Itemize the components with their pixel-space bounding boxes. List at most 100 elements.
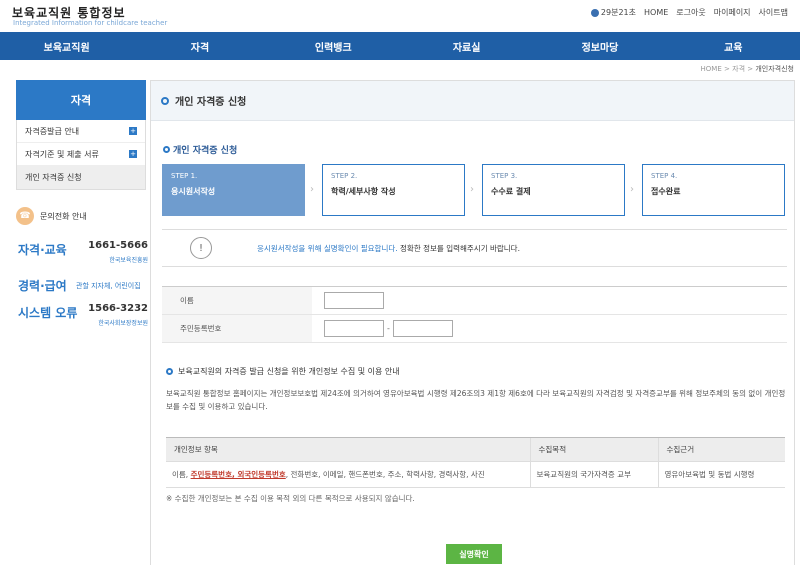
contact-label: 자격·교육 xyxy=(18,243,67,257)
chevron-right-icon: › xyxy=(310,184,314,195)
sidebar-item-issuance-guide[interactable]: 자격증발급 안내 + xyxy=(17,120,145,143)
sidebar-item-criteria[interactable]: 자격기준 및 제출 서류 + xyxy=(17,143,145,166)
step-number: STEP 4. xyxy=(651,172,678,180)
breadcrumb-level1[interactable]: 자격 xyxy=(732,65,745,73)
rrn-label: 주민등록번호 xyxy=(162,315,312,342)
nav-item-talent-bank[interactable]: 인력뱅크 xyxy=(267,32,400,60)
chevron-right-icon: › xyxy=(630,184,634,195)
name-input[interactable] xyxy=(324,292,384,309)
page-header: 개인 자격증 신청 xyxy=(151,81,794,121)
sidebar-menu: 자격증발급 안내 + 자격기준 및 제출 서류 + 개인 자격증 신청 xyxy=(16,120,146,190)
items-underlined: 주민등록번호, 외국인등록번호 xyxy=(190,470,286,479)
step-number: STEP 2. xyxy=(331,172,358,180)
contact-number: 1566-3232 xyxy=(88,303,148,314)
step-name: 학력/세부사항 작성 xyxy=(331,187,396,196)
logout-link[interactable]: 로그아웃 xyxy=(676,7,705,18)
form-row-name: 이름 xyxy=(162,287,787,315)
rrn-back-input[interactable] xyxy=(392,320,453,337)
sidebar-item-label: 개인 자격증 신청 xyxy=(25,172,82,182)
table-cell-items: 이름, 주민등록번호, 외국인등록번호, 전화번호, 이메일, 핸드폰번호, 주… xyxy=(166,461,530,488)
main-content: 개인 자격증 신청 개인 자격증 신청 STEP 1. 응시원서작성 › STE… xyxy=(150,80,795,565)
consent-title-text: 보육교직원의 자격증 발급 신청을 위한 개인정보 수집 및 이용 안내 xyxy=(178,367,400,376)
utility-links: 29분21초 HOME 로그아웃 마이페이지 사이트맵 xyxy=(590,7,788,18)
nav-item-qualification[interactable]: 자격 xyxy=(133,32,266,60)
circle-bullet-icon xyxy=(163,146,170,153)
chevron-right-icon: › xyxy=(470,184,474,195)
sidebar-item-label: 자격기준 및 제출 서류 xyxy=(25,149,99,159)
mypage-link[interactable]: 마이페이지 xyxy=(714,7,751,18)
table-header: 수집목적 xyxy=(529,437,658,462)
items-suffix: , 전화번호, 이메일, 핸드폰번호, 주소, 학력사항, 경력사항, 사진 xyxy=(285,470,485,479)
notice-rest: 정확한 정보를 입력해주시기 바랍니다. xyxy=(397,243,520,253)
contact-org: 한국보육진흥원 xyxy=(109,257,148,264)
circle-bullet-icon xyxy=(161,96,169,105)
privacy-note: ※ 수집한 개인정보는 본 수집 이용 목적 외의 다른 목적으로 사용되지 않… xyxy=(166,494,415,503)
notice-highlight: 응시원서작성을 위해 실명확인이 필요합니다. xyxy=(257,243,398,253)
circle-bullet-icon xyxy=(166,368,173,375)
table-header: 개인정보 항목 xyxy=(166,437,530,462)
breadcrumb-current: 개인자격신청 xyxy=(755,65,794,73)
breadcrumb: HOME > 자격 > 개인자격신청 xyxy=(701,64,794,74)
sidebar-item-personal-application[interactable]: 개인 자격증 신청 xyxy=(17,166,145,189)
step-2: STEP 2. 학력/세부사항 작성 xyxy=(322,164,465,216)
identity-confirm-button[interactable]: 실명확인 xyxy=(446,544,502,564)
sitemap-link[interactable]: 사이트맵 xyxy=(759,7,788,18)
nav-item-teacher[interactable]: 보육교직원 xyxy=(0,32,133,60)
breadcrumb-separator: > xyxy=(724,65,730,73)
phone-person-icon: ☎ xyxy=(16,207,34,225)
clock-icon xyxy=(590,8,599,17)
sidebar-title: 자격 xyxy=(16,80,146,120)
section-title: 개인 자격증 신청 xyxy=(163,143,237,156)
contact-label: 경력·급여 xyxy=(18,279,67,293)
notice-box: ! 응시원서작성을 위해 실명확인이 필요합니다. 정확한 정보를 입력해주시기… xyxy=(162,229,787,267)
step-1: STEP 1. 응시원서작성 xyxy=(162,164,305,216)
timer-text: 29분21초 xyxy=(600,8,636,17)
session-timer: 29분21초 xyxy=(590,7,636,18)
nav-item-resources[interactable]: 자료실 xyxy=(400,32,533,60)
breadcrumb-separator: > xyxy=(747,65,754,73)
notice-text: 응시원서작성을 위해 실명확인이 필요합니다. 정확한 정보를 입력해주시기 바… xyxy=(257,243,520,254)
name-label: 이름 xyxy=(162,287,312,314)
page-title: 개인 자격증 신청 xyxy=(175,97,247,108)
rrn-dash: - xyxy=(387,324,390,333)
plus-icon[interactable]: + xyxy=(129,127,137,135)
contact-system: 시스템 오류 1566-3232 한국사회보장정보원 xyxy=(16,302,148,330)
nav-item-info[interactable]: 정보마당 xyxy=(533,32,666,60)
contact-org: 한국사회보장정보원 xyxy=(98,320,148,327)
privacy-table: 개인정보 항목 수집목적 수집근거 이름, 주민등록번호, 외국인등록번호, 전… xyxy=(166,437,785,488)
step-number: STEP 1. xyxy=(171,172,198,180)
step-name: 응시원서작성 xyxy=(171,187,216,196)
table-cell-purpose: 보육교직원의 국가자격증 교부 xyxy=(529,461,658,488)
step-4: STEP 4. 접수완료 xyxy=(642,164,785,216)
step-indicator: STEP 1. 응시원서작성 › STEP 2. 학력/세부사항 작성 › ST… xyxy=(162,164,787,216)
contact-number: 1661-5666 xyxy=(88,240,148,251)
logo-subtitle: Integrated Information for childcare tea… xyxy=(13,19,168,27)
table-row: 이름, 주민등록번호, 외국인등록번호, 전화번호, 이메일, 핸드폰번호, 주… xyxy=(166,461,785,488)
plus-icon[interactable]: + xyxy=(129,150,137,158)
table-header-row: 개인정보 항목 수집목적 수집근거 xyxy=(166,437,785,462)
consent-title: 보육교직원의 자격증 발급 신청을 위한 개인정보 수집 및 이용 안내 xyxy=(166,366,400,377)
consent-body: 보육교직원 통합정보 홈페이지는 개인정보보호법 제24조에 의거하여 영유아보… xyxy=(166,389,786,411)
contact-title: 문의전화 안내 xyxy=(40,211,87,221)
rrn-front-input[interactable] xyxy=(324,320,384,337)
table-header: 수집근거 xyxy=(657,437,785,462)
form-row-rrn: 주민등록번호 - xyxy=(162,315,787,343)
home-link[interactable]: HOME xyxy=(644,8,668,17)
step-name: 수수료 결제 xyxy=(491,187,531,196)
main-nav: 보육교직원 자격 인력뱅크 자료실 정보마당 교육 xyxy=(0,32,800,60)
identity-form: 이름 주민등록번호 - xyxy=(162,286,787,343)
exclamation-icon: ! xyxy=(190,237,212,259)
table-cell-basis: 영유아보육법 및 동법 시행령 xyxy=(657,461,785,488)
breadcrumb-home[interactable]: HOME xyxy=(701,65,722,73)
sidebar-item-label: 자격증발급 안내 xyxy=(25,126,80,136)
section-title-text: 개인 자격증 신청 xyxy=(173,146,238,156)
items-prefix: 이름, xyxy=(172,470,191,479)
step-number: STEP 3. xyxy=(491,172,518,180)
step-name: 접수완료 xyxy=(651,187,681,196)
contact-qualification: 자격·교육 1661-5666 한국보육진흥원 xyxy=(16,239,148,267)
contact-extra: 관할 지자체, 어린이집 xyxy=(76,282,141,290)
contact-label: 시스템 오류 xyxy=(18,306,78,320)
contact-career: 경력·급여 관할 지자체, 어린이집 xyxy=(16,275,148,303)
step-3: STEP 3. 수수료 결제 xyxy=(482,164,625,216)
nav-item-education[interactable]: 교육 xyxy=(667,32,800,60)
